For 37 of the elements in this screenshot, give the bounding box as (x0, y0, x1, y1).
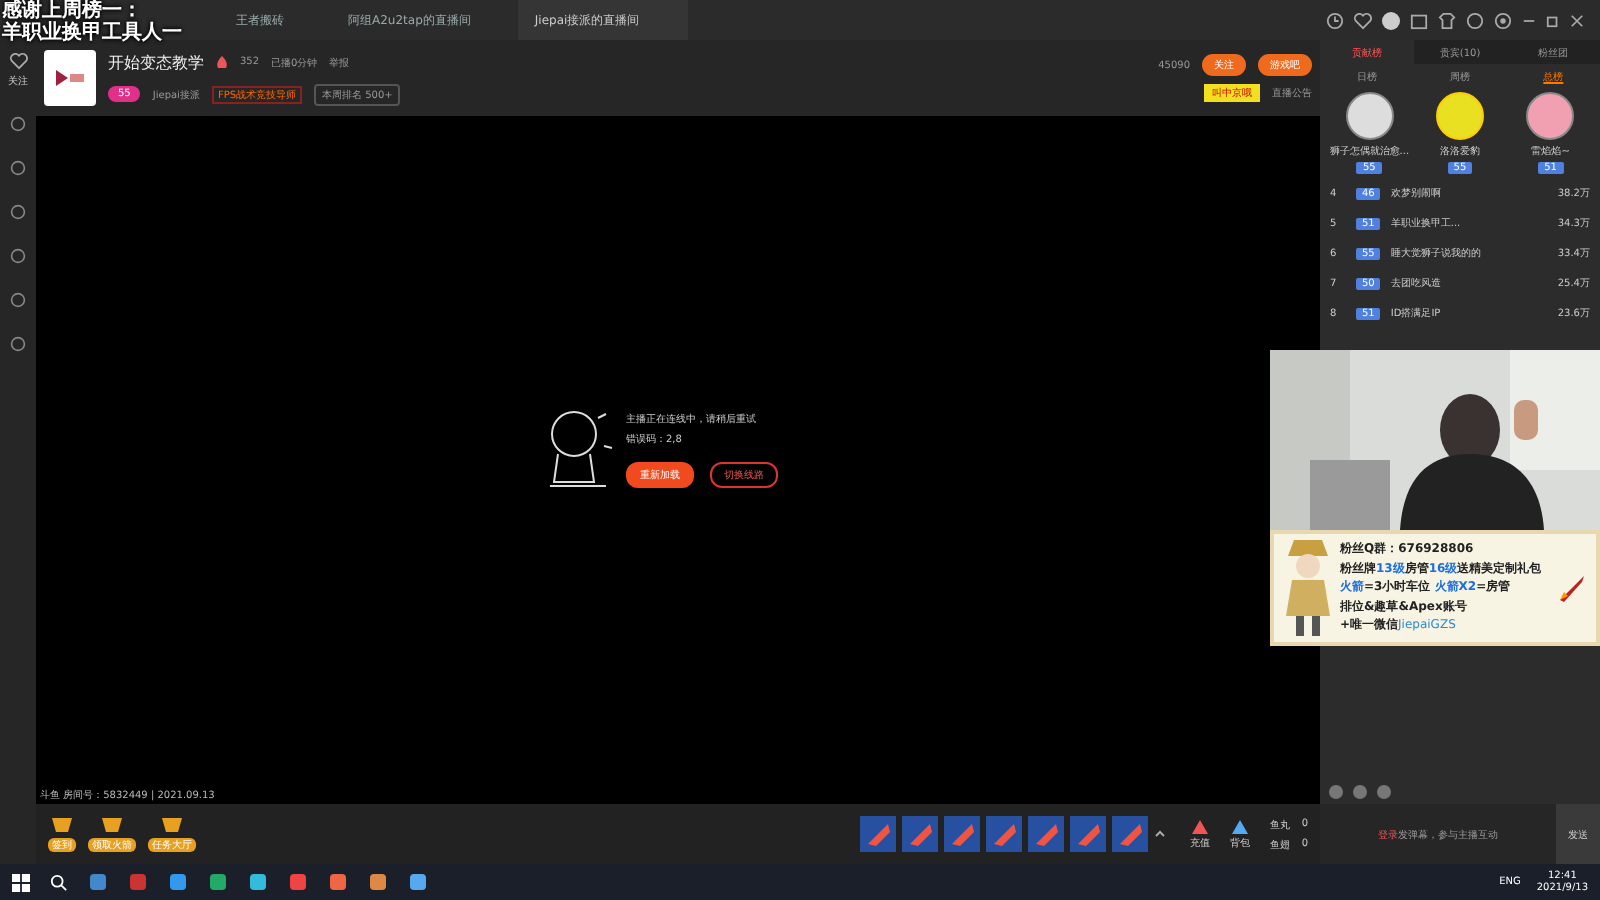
flame-icon (216, 55, 228, 69)
avatar[interactable] (1526, 92, 1575, 140)
calendar-icon[interactable] (1410, 11, 1428, 29)
room-logo (44, 50, 96, 106)
close-icon[interactable] (1570, 13, 1584, 27)
cup-icon (48, 817, 76, 837)
user-avatar[interactable] (1382, 11, 1400, 29)
gift-icon[interactable] (859, 816, 896, 852)
nav-icon[interactable] (10, 204, 26, 220)
nav-icon[interactable] (10, 292, 26, 308)
avatar[interactable] (1345, 92, 1394, 140)
nav-icon[interactable] (10, 160, 26, 176)
nav-icon[interactable] (10, 248, 26, 264)
rocket-icon (1556, 572, 1588, 604)
clock-icon[interactable] (1326, 11, 1344, 29)
cup-icon (98, 817, 126, 837)
gift-icon[interactable] (1027, 816, 1064, 852)
shirt-icon[interactable] (1438, 11, 1456, 29)
cup-icon (158, 817, 186, 837)
gift-icon[interactable] (1111, 816, 1148, 852)
avatar[interactable] (1435, 92, 1484, 140)
gift-icon[interactable] (901, 816, 938, 852)
restore-icon[interactable] (1546, 13, 1560, 27)
room-title: 开始变态教学 (108, 51, 204, 73)
nav-icon[interactable] (10, 336, 26, 352)
settings-icon[interactable] (1494, 11, 1512, 29)
caret-icon[interactable] (1153, 828, 1166, 840)
detective-drawing (1282, 536, 1334, 640)
gift-icon[interactable] (1069, 816, 1106, 852)
overlay-caption: 羊职业换甲工具人一 (2, 22, 182, 44)
gift-icon[interactable] (985, 816, 1022, 852)
gift-icon[interactable] (943, 816, 980, 852)
start-icon[interactable] (12, 873, 30, 891)
heart-icon[interactable] (1354, 11, 1372, 29)
search-icon[interactable] (50, 873, 68, 891)
nav-icon[interactable] (10, 116, 26, 132)
heart-icon[interactable] (9, 52, 27, 70)
